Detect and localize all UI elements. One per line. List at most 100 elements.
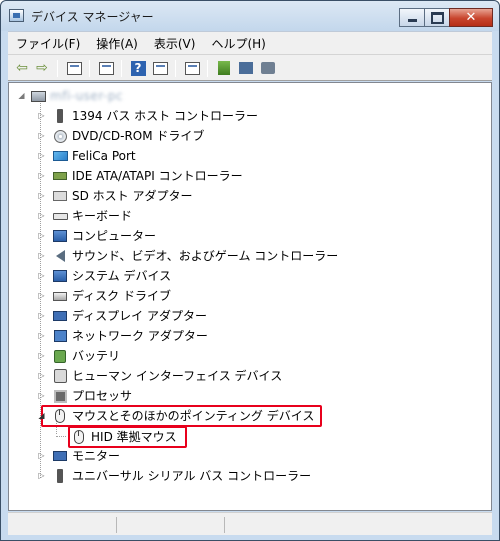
computer-name: mfi-user-pc [50, 89, 124, 103]
scan-hardware-button[interactable] [182, 59, 202, 77]
menu-file[interactable]: ファイル(F) [8, 35, 88, 52]
collapse-arrow-icon[interactable]: ◢ [37, 412, 46, 421]
tree-item-label: システム デバイス [72, 269, 172, 283]
expand-arrow-icon[interactable]: ▷ [37, 332, 46, 341]
status-bar [8, 512, 492, 535]
tree-item-label: 1394 バス ホスト コントローラー [72, 109, 258, 123]
show-hide-console-tree-button[interactable] [64, 59, 84, 77]
tree-item-computer[interactable]: ▷ コンピューター [37, 227, 156, 245]
tree-item-monitors[interactable]: ▷ モニター [37, 447, 120, 465]
forward-button[interactable]: ⇨ [32, 59, 52, 77]
ide-controller-icon [52, 168, 68, 184]
mouse-icon [52, 408, 68, 424]
tree-item-label: モニター [72, 449, 121, 463]
toolbar: ⇦ ⇨ ? [8, 54, 492, 81]
device-manager-window: デバイス マネージャー ✕ ファイル(F) 操作(A) 表示(V) ヘルプ(H)… [0, 0, 500, 541]
menu-view[interactable]: 表示(V) [146, 35, 204, 52]
status-cell [120, 517, 225, 533]
tree-connector-line [56, 436, 66, 437]
tree-item-label: サウンド、ビデオ、およびゲーム コントローラー [72, 249, 339, 263]
tree-item-sd-host[interactable]: ▷ SD ホスト アダプター [37, 187, 192, 205]
maximize-button[interactable] [424, 8, 450, 27]
tree-item-label: ネットワーク アダプター [72, 329, 208, 343]
sd-card-icon [52, 188, 68, 204]
view-icon [152, 61, 168, 75]
menu-help[interactable]: ヘルプ(H) [203, 35, 273, 52]
disable-device-button[interactable] [258, 59, 278, 77]
console-tree-icon [66, 61, 82, 75]
tree-item-dvd-cdrom[interactable]: ▷ DVD/CD-ROM ドライブ [37, 127, 204, 145]
tree-item-sound-video-game[interactable]: ▷ サウンド、ビデオ、およびゲーム コントローラー [37, 247, 338, 265]
menu-action[interactable]: 操作(A) [88, 35, 146, 52]
tree-item-network-adapters[interactable]: ▷ ネットワーク アダプター [37, 327, 208, 345]
tree-item-label: マウスとそのほかのポインティング デバイス [72, 409, 315, 423]
expand-arrow-icon[interactable]: ▷ [37, 452, 46, 461]
window-title: デバイス マネージャー [31, 10, 154, 24]
tree-item-label: FeliCa Port [72, 149, 136, 163]
help-button[interactable]: ? [128, 59, 148, 77]
tree-item-battery[interactable]: ▷ バッテリ [37, 347, 120, 365]
tree-item-ide-ata[interactable]: ▷ IDE ATA/ATAPI コントローラー [37, 167, 242, 185]
expand-arrow-icon[interactable]: ▷ [37, 272, 46, 281]
uninstall-button[interactable] [236, 59, 256, 77]
tree-item-label: コンピューター [72, 229, 157, 243]
update-driver-icon [218, 61, 230, 75]
toolbar-separator [121, 60, 122, 77]
expand-arrow-icon[interactable]: ▷ [37, 252, 46, 261]
speaker-icon [52, 248, 68, 264]
tree-item-keyboard[interactable]: ▷ キーボード [37, 207, 132, 225]
expand-arrow-icon[interactable]: ▷ [37, 292, 46, 301]
back-button[interactable]: ⇦ [12, 59, 32, 77]
expand-arrow-icon[interactable]: ▷ [37, 132, 46, 141]
expand-arrow-icon[interactable]: ▷ [37, 392, 46, 401]
minimize-button[interactable] [399, 8, 425, 27]
expand-arrow-icon[interactable]: ▷ [37, 352, 46, 361]
tree-item-felica[interactable]: ▷ FeliCa Port [37, 147, 136, 165]
toolbar-separator [57, 60, 58, 77]
card-reader-icon [52, 148, 68, 164]
close-button[interactable]: ✕ [449, 8, 493, 27]
expand-arrow-icon[interactable]: ▷ [37, 192, 46, 201]
expand-arrow-icon[interactable]: ▷ [37, 112, 46, 121]
collapse-arrow-icon[interactable]: ◢ [17, 92, 26, 101]
tree-item-label: HID 準拠マウス [91, 430, 177, 444]
expand-arrow-icon[interactable]: ▷ [37, 172, 46, 181]
tree-item-hid[interactable]: ▷ ヒューマン インターフェイス デバイス [37, 367, 282, 385]
view-button[interactable] [150, 59, 170, 77]
tree-item-system-devices[interactable]: ▷ システム デバイス [37, 267, 171, 285]
computer-icon [52, 228, 68, 244]
expand-arrow-icon[interactable]: ▷ [37, 152, 46, 161]
toolbar-separator [175, 60, 176, 77]
tree-item-label: ユニバーサル シリアル バス コントローラー [72, 469, 312, 483]
tree-item-hid-mouse[interactable]: HID 準拠マウス [71, 428, 177, 446]
device-manager-app-icon [9, 9, 24, 22]
tree-item-processor[interactable]: ▷ プロセッサ [37, 387, 132, 405]
display-adapter-icon [52, 308, 68, 324]
tree-item-mice[interactable]: ◢ マウスとそのほかのポインティング デバイス [37, 407, 314, 425]
properties-button[interactable] [96, 59, 116, 77]
expand-arrow-icon[interactable]: ▷ [37, 312, 46, 321]
device-tree[interactable]: ◢ mfi-user-pc ▷ 1394 バス ホスト コントローラー ▷ DV… [8, 82, 492, 511]
close-icon: ✕ [465, 10, 477, 25]
tree-root[interactable]: ◢ mfi-user-pc [17, 87, 123, 105]
tree-item-1394-bus[interactable]: ▷ 1394 バス ホスト コントローラー [37, 107, 258, 125]
tree-item-label: キーボード [72, 209, 133, 223]
tree-item-usb-controllers[interactable]: ▷ ユニバーサル シリアル バス コントローラー [37, 467, 311, 485]
toolbar-separator [207, 60, 208, 77]
expand-arrow-icon[interactable]: ▷ [37, 472, 46, 481]
monitor-icon [52, 448, 68, 464]
title-bar[interactable]: デバイス マネージャー ✕ [1, 1, 499, 31]
tree-item-label: ディスプレイ アダプター [72, 309, 207, 323]
system-device-icon [52, 268, 68, 284]
scan-hardware-icon [184, 61, 200, 75]
computer-host-icon [30, 88, 46, 104]
update-driver-button[interactable] [214, 59, 234, 77]
tree-item-disk-drives[interactable]: ▷ ディスク ドライブ [37, 287, 171, 305]
battery-icon [52, 348, 68, 364]
expand-arrow-icon[interactable]: ▷ [37, 212, 46, 221]
expand-arrow-icon[interactable]: ▷ [37, 372, 46, 381]
uninstall-icon [239, 62, 253, 74]
window-controls: ✕ [399, 8, 493, 27]
tree-item-display-adapters[interactable]: ▷ ディスプレイ アダプター [37, 307, 207, 325]
expand-arrow-icon[interactable]: ▷ [37, 232, 46, 241]
